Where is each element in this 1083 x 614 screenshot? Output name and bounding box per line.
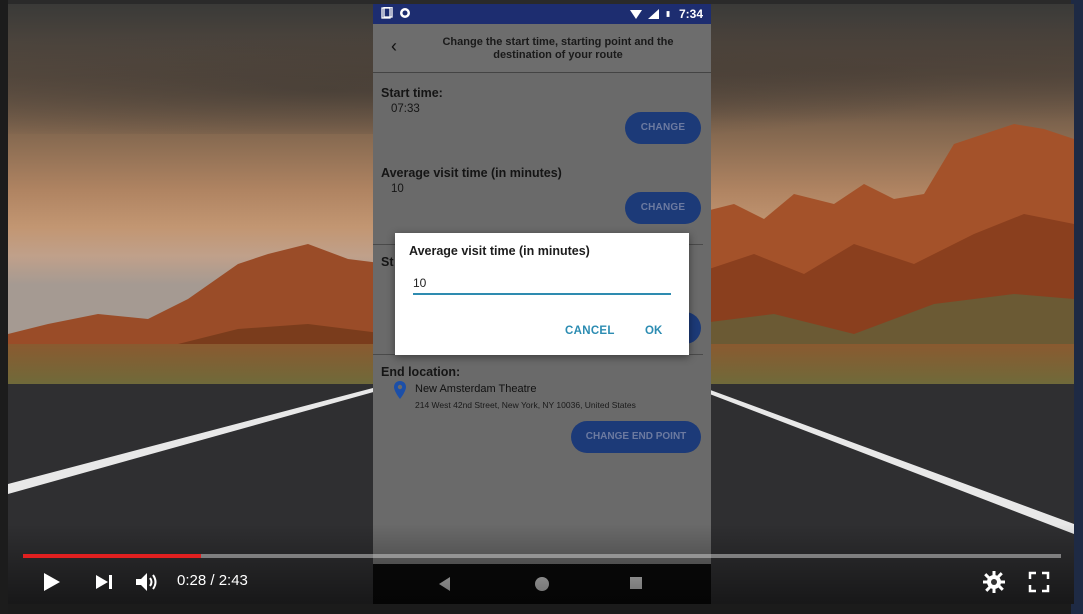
- dialog-ok-button[interactable]: OK: [645, 325, 662, 337]
- volume-icon[interactable]: [134, 570, 160, 594]
- end-location-address: 214 West 42nd Street, New York, NY 10036…: [415, 400, 636, 410]
- video-player[interactable]: 7:34 ‹ Change the start time, starting p…: [8, 4, 1074, 604]
- dialog-cancel-button[interactable]: CANCEL: [565, 325, 615, 337]
- change-start-time-button[interactable]: CHANGE: [625, 112, 701, 144]
- notification-icon: [400, 8, 410, 18]
- outer-frame-left: [0, 0, 8, 614]
- start-point-label: St: [381, 255, 394, 269]
- back-arrow-icon[interactable]: ‹: [391, 37, 407, 55]
- wifi-icon: [629, 10, 642, 19]
- sim-card-icon: [381, 7, 393, 19]
- video-background-road-line-right: [694, 384, 1074, 534]
- avg-visit-time-input[interactable]: [413, 273, 671, 295]
- video-background-road-line-left: [8, 384, 388, 494]
- progress-bar-played: [23, 554, 202, 558]
- progress-bar[interactable]: [23, 554, 1061, 558]
- change-avg-visit-button[interactable]: CHANGE: [625, 192, 701, 224]
- fullscreen-icon[interactable]: [1028, 570, 1050, 594]
- app-header: ‹ Change the start time, starting point …: [373, 24, 711, 73]
- play-icon[interactable]: [44, 573, 60, 591]
- location-pin-icon: [394, 381, 406, 399]
- avg-visit-time-label: Average visit time (in minutes): [381, 166, 562, 180]
- start-time-value: 07:33: [391, 103, 420, 115]
- next-icon[interactable]: [94, 570, 114, 594]
- page-title: Change the start time, starting point an…: [442, 36, 674, 61]
- dialog-title: Average visit time (in minutes): [409, 244, 590, 258]
- controls-shade: [8, 524, 1074, 604]
- end-location-label: End location:: [381, 365, 461, 379]
- avg-visit-time-dialog: Average visit time (in minutes) CANCEL O…: [395, 233, 689, 355]
- phone-status-bar: 7:34: [373, 4, 711, 24]
- signal-icon: [647, 9, 659, 19]
- end-location-name: New Amsterdam Theatre: [415, 383, 537, 395]
- time-display: 0:28 / 2:43: [177, 572, 248, 589]
- battery-icon: [666, 11, 670, 17]
- settings-gear-icon[interactable]: [982, 570, 1006, 594]
- start-time-label: Start time:: [381, 86, 443, 100]
- change-end-point-button[interactable]: CHANGE END POINT: [571, 421, 701, 453]
- status-time: 7:34: [678, 7, 703, 21]
- avg-visit-time-value: 10: [391, 183, 404, 195]
